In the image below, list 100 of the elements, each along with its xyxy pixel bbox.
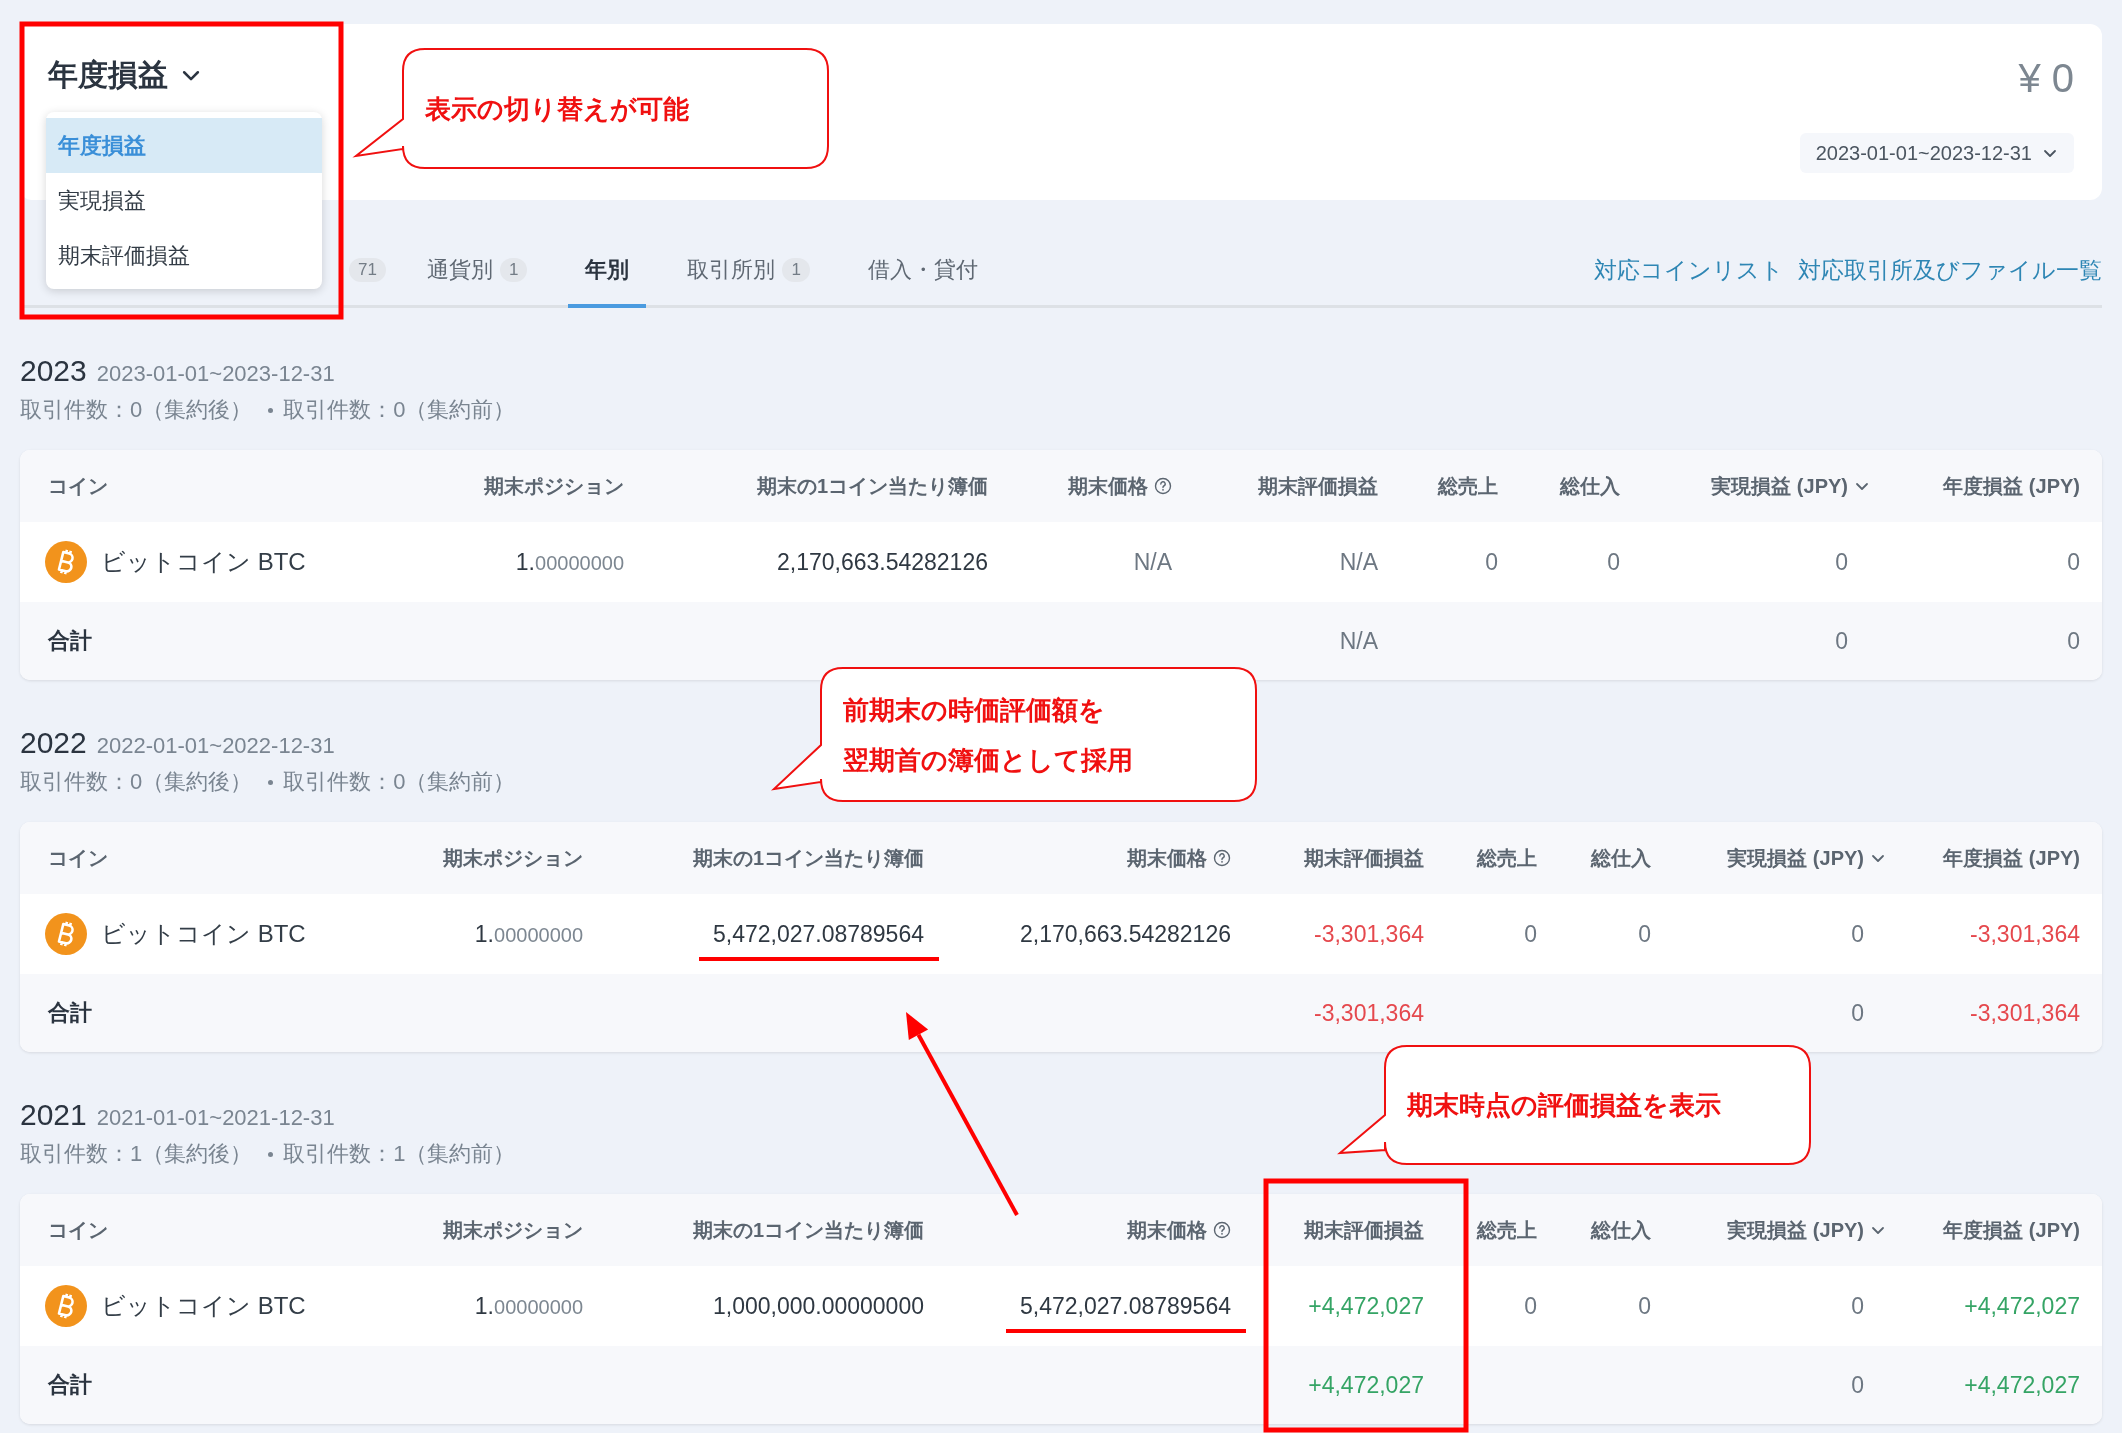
help-icon[interactable] — [1213, 1221, 1231, 1239]
column-header: コイン — [48, 845, 108, 871]
table-cell: 5,472,027.08789564 — [1019, 1292, 1231, 1320]
table-cell: 0 — [1851, 1292, 1864, 1320]
column-header: 期末価格 — [1127, 1217, 1207, 1243]
count-text: 取引件数：0（集約後） — [20, 768, 253, 796]
table-cell: -3,301,364 — [1314, 999, 1424, 1027]
year-heading: 2022 — [20, 725, 87, 761]
table-cell: 0 — [1607, 548, 1620, 576]
menu-item[interactable]: 期末評価損益 — [46, 228, 322, 283]
table-cell: -3,301,364 — [1970, 999, 2080, 1027]
count-text: 取引件数：0（集約前） — [283, 768, 516, 796]
coin-icon — [45, 1285, 87, 1327]
count-badge: 71 — [349, 257, 386, 282]
date-range-select[interactable]: 2023-01-01~2023-12-31 — [1799, 133, 2074, 173]
column-header: 期末の1コイン当たり簿価 — [692, 1217, 924, 1243]
table-cell: N/A — [1339, 627, 1378, 655]
table-cell: 2,170,663.54282126 — [776, 548, 988, 576]
count-badge: 1 — [499, 257, 528, 282]
menu-item[interactable]: 年度損益 — [46, 118, 322, 173]
column-header: 年度損益 (JPY) — [1943, 845, 2080, 871]
table-cell: 0 — [1851, 999, 1864, 1027]
separator-dot — [268, 1151, 274, 1157]
menu-item[interactable]: 実現損益 — [46, 173, 322, 228]
column-header: 期末ポジション — [443, 845, 583, 871]
tab[interactable]: 通貨別 1 — [409, 235, 545, 308]
column-header: 年度損益 (JPY) — [1943, 473, 2080, 499]
column-header: 総仕入 — [1591, 845, 1651, 871]
year-heading: 2021 — [20, 1097, 87, 1133]
table-cell: 5,472,027.08789564 — [712, 920, 924, 948]
column-header: 期末の1コイン当たり簿価 — [692, 845, 924, 871]
table-cell: -3,301,364 — [1970, 920, 2080, 948]
callout-text: 表示の切り替えが可能 — [425, 92, 689, 126]
column-header: 期末ポジション — [484, 473, 624, 499]
table-cell: 0 — [1638, 920, 1651, 948]
table-cell: 1,000,000.00000000 — [712, 1292, 924, 1320]
callout-text: 翌期首の簿価として採用 — [843, 743, 1133, 777]
column-header: 総仕入 — [1560, 473, 1620, 499]
table-cell: N/A — [1133, 548, 1172, 576]
total-label: 合計 — [48, 1000, 92, 1025]
count-text: 取引件数：1（集約前） — [283, 1140, 516, 1168]
column-header: 期末の1コイン当たり簿価 — [756, 473, 988, 499]
table-cell: +4,472,027 — [1964, 1371, 2080, 1399]
table-cell: +4,472,027 — [1964, 1292, 2080, 1320]
table-cell: 0 — [1835, 627, 1848, 655]
total-label: 合計 — [48, 628, 92, 653]
table-cell: 0 — [1851, 920, 1864, 948]
separator-dot — [268, 779, 274, 785]
column-header: 期末評価損益 — [1304, 1217, 1424, 1243]
table-cell: 1.00000000 — [515, 548, 624, 576]
column-header: 実現損益 (JPY) — [1727, 845, 1864, 871]
callout-text: 前期末の時価評価額を — [843, 693, 1105, 727]
table-cell: N/A — [1339, 548, 1378, 576]
coin-name: ビットコイン BTC — [101, 919, 306, 949]
period-text: 2021-01-01~2021-12-31 — [96, 1104, 335, 1132]
period-text: 2023-01-01~2023-12-31 — [96, 360, 335, 388]
column-header: 期末評価損益 — [1258, 473, 1378, 499]
link[interactable]: 対応コインリスト — [1594, 254, 1784, 286]
table-cell: +4,472,027 — [1308, 1292, 1424, 1320]
coin-name: ビットコイン BTC — [101, 1291, 306, 1321]
table-cell: 0 — [1524, 920, 1537, 948]
tab[interactable]: 年別 — [568, 235, 647, 308]
help-icon[interactable] — [1154, 477, 1172, 495]
year-heading: 2023 — [20, 353, 87, 389]
column-header: 実現損益 (JPY) — [1727, 1217, 1864, 1243]
tab[interactable]: 71 — [332, 235, 386, 308]
column-header: コイン — [48, 473, 108, 499]
table-cell: 1.00000000 — [474, 1292, 583, 1320]
column-header: 総売上 — [1477, 1217, 1537, 1243]
table-cell: 0 — [2067, 548, 2080, 576]
table-cell: 1.00000000 — [474, 920, 583, 948]
table-cell: 0 — [1524, 1292, 1537, 1320]
table-cell: -3,301,364 — [1314, 920, 1424, 948]
tab[interactable]: 借入・貸付 — [850, 235, 995, 308]
count-text: 取引件数：0（集約前） — [283, 396, 516, 424]
count-text: 取引件数：0（集約後） — [20, 396, 253, 424]
period-text: 2022-01-01~2022-12-31 — [96, 732, 335, 760]
column-header: 期末価格 — [1127, 845, 1207, 871]
table-cell: 0 — [1851, 1371, 1864, 1399]
callout-text: 期末時点の評価損益を表示 — [1407, 1089, 1721, 1122]
column-header: 総売上 — [1477, 845, 1537, 871]
tab[interactable]: 取引所別 1 — [670, 235, 827, 308]
column-header: 期末価格 — [1068, 473, 1148, 499]
column-header: 総仕入 — [1591, 1217, 1651, 1243]
column-header: コイン — [48, 1217, 108, 1243]
count-text: 取引件数：1（集約後） — [20, 1140, 253, 1168]
column-header: 期末ポジション — [443, 1217, 583, 1243]
table-cell: +4,472,027 — [1308, 1371, 1424, 1399]
table-cell: 2,170,663.54282126 — [1019, 920, 1231, 948]
help-icon[interactable] — [1213, 849, 1231, 867]
view-select[interactable]: 年度損益 — [48, 56, 202, 94]
coin-icon — [45, 541, 87, 583]
link[interactable]: 対応取引所及びファイル一覧 — [1798, 254, 2102, 286]
coin-icon — [45, 913, 87, 955]
table-cell: 0 — [1485, 548, 1498, 576]
coin-name: ビットコイン BTC — [101, 547, 306, 577]
table-cell: 0 — [1835, 548, 1848, 576]
separator-dot — [268, 407, 274, 413]
column-header: 年度損益 (JPY) — [1943, 1217, 2080, 1243]
count-badge: 1 — [782, 257, 810, 282]
